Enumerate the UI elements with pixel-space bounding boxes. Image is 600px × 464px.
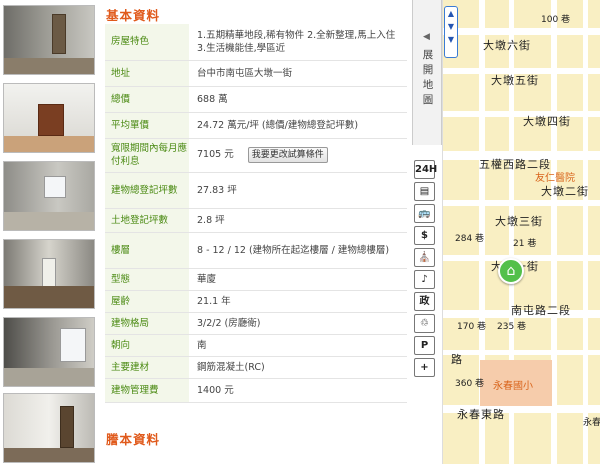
map-zoom-control[interactable]: ▲ ▼ ▼ (444, 6, 458, 58)
map-view[interactable]: 100 巷 大墩六街 大墩五街 大墩四街 五權西路二段 友仁醫院 大墩二街 大墩… (442, 0, 600, 464)
table-row: 主要建材 鋼筋混凝土(RC) (105, 356, 407, 379)
change-calculation-button[interactable]: 我要更改試算條件 (247, 147, 328, 163)
unit-price-label: 平均單價 (105, 112, 189, 139)
material-label: 主要建材 (105, 356, 189, 379)
table-row: 地址 台中市南屯區大墩一街 (105, 60, 407, 87)
table-row: 房屋特色 1.五期精華地段,稀有物件 2.全新整理,馬上入住 3.生活機能佳,學… (105, 24, 407, 61)
map-label: 大墩五街 (491, 74, 539, 87)
floor-label: 樓層 (105, 232, 189, 269)
property-info-table: 房屋特色 1.五期精華地段,稀有物件 2.全新整理,馬上入住 3.生活機能佳,學… (105, 24, 407, 403)
table-row: 屋齡 21.1 年 (105, 290, 407, 313)
table-row: 平均單價 24.72 萬元/坪 (總價/建物總登記坪數) (105, 112, 407, 139)
table-row: 寬限期間內每月應付利息 7105 元 我要更改試算條件 (105, 138, 407, 173)
layout-label: 建物格局 (105, 312, 189, 335)
age-value: 21.1 年 (189, 290, 407, 313)
address-value: 台中市南屯區大墩一街 (189, 60, 407, 87)
zoom-marker-icon: ▼ (447, 22, 455, 31)
map-label: 永春東路 (457, 408, 505, 421)
price-label: 總價 (105, 86, 189, 113)
table-row: 型態 華廈 (105, 268, 407, 291)
map-label: 284 巷 (455, 234, 485, 244)
music-icon[interactable]: ♪ (414, 270, 435, 289)
photo-thumbnail[interactable] (3, 393, 95, 463)
photo-thumbnail[interactable] (3, 239, 95, 309)
photo-thumbnail[interactable] (3, 83, 95, 153)
property-location-marker-icon[interactable]: ⌂ (498, 258, 524, 284)
fee-label: 建物管理費 (105, 378, 189, 403)
facing-value: 南 (189, 334, 407, 357)
table-row: 土地登記坪數 2.8 坪 (105, 208, 407, 233)
expand-map-label: 展開地圖 (422, 49, 434, 106)
layout-value: 3/2/2 (房廳衛) (189, 312, 407, 335)
government-icon[interactable]: 政 (414, 292, 435, 311)
fee-value: 1400 元 (189, 378, 407, 403)
atm-icon[interactable]: ▤ (414, 182, 435, 201)
map-label: 路 (451, 353, 463, 366)
zoom-out-icon[interactable]: ▼ (445, 34, 457, 46)
table-row: 總價 688 萬 (105, 86, 407, 113)
land-area-value: 2.8 坪 (189, 208, 407, 233)
photo-thumbnail[interactable] (3, 317, 95, 387)
map-label: 南屯路二段 (511, 304, 571, 317)
age-label: 屋齡 (105, 290, 189, 313)
land-area-label: 土地登記坪數 (105, 208, 189, 233)
recycle-icon[interactable]: ♲ (414, 314, 435, 333)
map-label: 大墩四街 (523, 115, 571, 128)
table-row: 樓層 8 - 12 / 12 (建物所在起迄樓層 / 建物總樓層) (105, 232, 407, 269)
map-label: 21 巷 (513, 239, 537, 249)
map-label: 100 巷 (541, 15, 571, 25)
map-label: 大墩三街 (495, 215, 543, 228)
table-row: 建物管理費 1400 元 (105, 378, 407, 403)
map-label: 235 巷 (497, 322, 527, 332)
map-label: 永春國小 (493, 381, 533, 392)
material-value: 鋼筋混凝土(RC) (189, 356, 407, 379)
unit-price-value: 24.72 萬元/坪 (總價/建物總登記坪數) (189, 112, 407, 139)
building-area-value: 27.83 坪 (189, 172, 407, 209)
temple-icon[interactable]: ⛪ (414, 248, 435, 267)
type-value: 華廈 (189, 268, 407, 291)
features-label: 房屋特色 (105, 24, 189, 61)
features-value: 1.五期精華地段,稀有物件 2.全新整理,馬上入住 3.生活機能佳,學區近 (189, 24, 407, 61)
interest-value: 7105 元 (197, 149, 234, 160)
map-label: 170 巷 (457, 322, 487, 332)
map-label: 大墩二街 (541, 185, 589, 198)
table-row: 建物格局 3/2/2 (房廳衛) (105, 312, 407, 335)
map-label: 360 巷 (455, 379, 485, 389)
facing-label: 朝向 (105, 334, 189, 357)
parking-icon[interactable]: P (414, 336, 435, 355)
map-label: 友仁醫院 (535, 173, 575, 184)
bank-icon[interactable]: $ (414, 226, 435, 245)
expand-map-toggle[interactable]: ◀ 展開地圖 (412, 0, 442, 145)
floor-value: 8 - 12 / 12 (建物所在起迄樓層 / 建物總樓層) (189, 232, 407, 269)
interest-label: 寬限期間內每月應付利息 (105, 138, 189, 173)
collapse-arrow-icon: ◀ (423, 32, 430, 42)
map-label: 永春 (583, 418, 600, 428)
bus-icon[interactable]: 🚌 (414, 204, 435, 223)
hospital-icon[interactable]: + (414, 358, 435, 377)
price-value: 688 萬 (189, 86, 407, 113)
address-label: 地址 (105, 60, 189, 87)
interest-cell: 7105 元 我要更改試算條件 (189, 138, 407, 173)
section-title-transcript: 謄本資料 (106, 432, 161, 447)
photo-thumbnail[interactable] (3, 161, 95, 231)
24h-store-icon[interactable]: 24H (414, 160, 437, 179)
property-details-panel: 基本資料 房屋特色 1.五期精華地段,稀有物件 2.全新整理,馬上入住 3.生活… (103, 0, 410, 464)
table-row: 朝向 南 (105, 334, 407, 357)
map-label: 大墩六街 (483, 39, 531, 52)
zoom-in-icon[interactable]: ▲ (445, 8, 457, 20)
photo-gallery (0, 0, 100, 464)
building-area-label: 建物總登記坪數 (105, 172, 189, 209)
type-label: 型態 (105, 268, 189, 291)
photo-thumbnail[interactable] (3, 5, 95, 75)
table-row: 建物總登記坪數 27.83 坪 (105, 172, 407, 209)
section-title-basic: 基本資料 (106, 8, 161, 23)
